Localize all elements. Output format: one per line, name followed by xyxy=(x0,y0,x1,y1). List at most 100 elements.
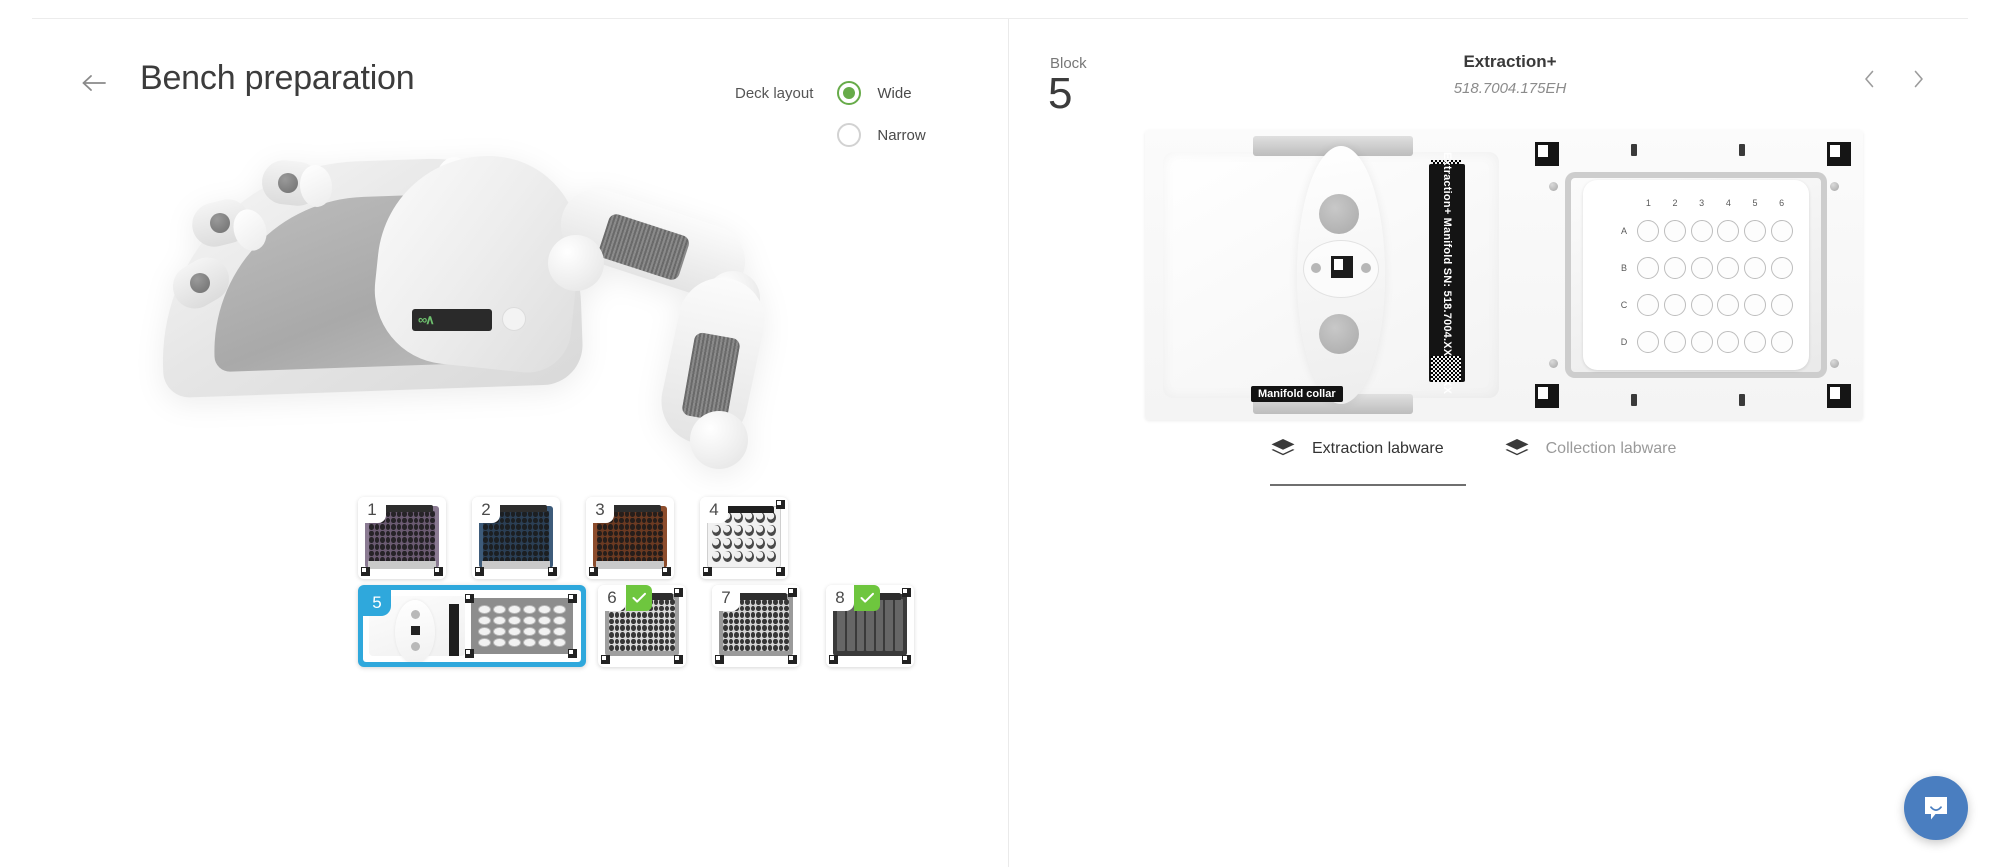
deck-slot-4-number: 4 xyxy=(700,497,728,523)
chat-launcher-button[interactable] xyxy=(1904,776,1968,840)
collar-col-header: 4 xyxy=(1725,198,1731,208)
fiducial-marker xyxy=(1535,384,1559,408)
deck-slot-8[interactable]: 8 xyxy=(826,585,914,667)
collar-well xyxy=(1663,219,1686,242)
collar-col-header: 6 xyxy=(1779,198,1785,208)
radio-option-wide[interactable]: Wide xyxy=(837,81,925,105)
collar-well xyxy=(1770,219,1793,242)
collar-well xyxy=(1637,256,1660,279)
collar-row-header: D xyxy=(1620,336,1628,347)
manifold-barcode-label: Extraction+ Manifold SN: 518.7004.XXXXXX… xyxy=(1429,152,1465,394)
fiducial-marker xyxy=(902,588,911,597)
robot-logo-badge: ∞∧ xyxy=(412,309,492,331)
fiducial-marker xyxy=(703,567,712,576)
collar-well xyxy=(1743,293,1766,316)
layers-icon xyxy=(1270,438,1296,460)
collar-well xyxy=(1770,330,1793,353)
fiducial-marker xyxy=(662,567,671,576)
back-button[interactable] xyxy=(77,66,111,100)
fiducial-marker xyxy=(465,594,474,603)
collar-well xyxy=(1743,256,1766,279)
collar-col-header: 1 xyxy=(1645,198,1651,208)
fiducial-marker xyxy=(776,500,785,509)
deck-slot-8-check-badge xyxy=(854,585,880,611)
fiducial-marker xyxy=(674,655,683,664)
block-number: 5 xyxy=(1048,69,1073,118)
deck-slot-7-number: 7 xyxy=(712,585,740,611)
check-icon xyxy=(860,592,875,604)
collar-well xyxy=(1690,256,1713,279)
collar-well xyxy=(1717,256,1740,279)
deck-slot-5-number: 5 xyxy=(363,590,391,616)
fiducial-marker xyxy=(1535,142,1559,166)
fiducial-marker xyxy=(434,567,443,576)
collar-col-header: 5 xyxy=(1752,198,1758,208)
bench-preparation-screen: Bench preparation Deck layout Wide Narro… xyxy=(0,0,2000,867)
deck-slot-6[interactable]: 6 xyxy=(598,585,686,667)
deck-layout-control: Deck layout Wide Narrow xyxy=(735,81,926,147)
collar-well xyxy=(1690,293,1713,316)
collar-well xyxy=(1690,219,1713,242)
radio-wide-indicator[interactable] xyxy=(837,81,862,105)
radio-option-narrow[interactable]: Narrow xyxy=(837,123,926,147)
tab-extraction-labware[interactable]: Extraction labware xyxy=(1270,438,1466,486)
deck-layout-label: Deck layout xyxy=(735,85,814,102)
collar-row-header: C xyxy=(1620,299,1628,310)
manifold-collar-tag: Manifold collar xyxy=(1251,386,1343,402)
fiducial-marker xyxy=(1331,256,1353,278)
screw xyxy=(1830,182,1839,191)
deck-slot-1[interactable]: 1 xyxy=(358,497,446,579)
fiducial-marker xyxy=(601,655,610,664)
check-icon xyxy=(632,592,647,604)
fiducial-marker xyxy=(788,655,797,664)
deck-slot-8-number: 8 xyxy=(826,585,854,611)
fiducial-marker xyxy=(1827,142,1851,166)
deck-slot-2[interactable]: 2 xyxy=(472,497,560,579)
chat-bubble-icon xyxy=(1921,793,1951,823)
deck-slot-row-bottom: 5 6 7 8 xyxy=(358,585,938,667)
deck-panel: Bench preparation Deck layout Wide Narro… xyxy=(0,19,1008,867)
fiducial-marker xyxy=(361,567,370,576)
collar-well xyxy=(1663,256,1686,279)
alignment-nub xyxy=(1739,144,1745,156)
deck-slot-4[interactable]: 4 xyxy=(700,497,788,579)
collar-col-header: 2 xyxy=(1672,198,1678,208)
radio-narrow-indicator[interactable] xyxy=(837,123,862,147)
chevron-right-icon xyxy=(1912,70,1924,88)
deck-slot-7[interactable]: 7 xyxy=(712,585,800,667)
collar-row-header: A xyxy=(1620,225,1627,236)
tab-collection-labware[interactable]: Collection labware xyxy=(1504,438,1677,486)
deck-slot-1-number: 1 xyxy=(358,497,386,523)
tab-collection-labware-label: Collection labware xyxy=(1545,440,1677,457)
deck-illustration: ∞∧ 1 2 3 4 5 6 7 8 xyxy=(150,145,914,667)
radio-narrow-label: Narrow xyxy=(877,126,926,144)
fiducial-marker xyxy=(776,567,785,576)
previous-block-button[interactable] xyxy=(1855,64,1885,94)
fiducial-marker xyxy=(548,567,557,576)
deck-slot-5[interactable]: 5 xyxy=(358,585,586,667)
deck-slot-3[interactable]: 3 xyxy=(586,497,674,579)
labware-photo: Extraction+ Manifold SN: 518.7004.XXXXXX… xyxy=(1145,130,1863,420)
labware-sku: 518.7004.175EH xyxy=(1453,80,1567,97)
fiducial-marker xyxy=(829,655,838,664)
collar-well xyxy=(1717,219,1740,242)
screw xyxy=(1830,359,1839,368)
collar-well xyxy=(1637,330,1660,353)
collar-well xyxy=(1717,293,1740,316)
collar-col-header: 3 xyxy=(1699,198,1705,208)
deck-slot-2-number: 2 xyxy=(472,497,500,523)
fiducial-marker xyxy=(674,588,683,597)
labware-tabs: Extraction labware Collection labware xyxy=(1270,438,1676,486)
fiducial-marker xyxy=(788,588,797,597)
slot-5-collar-plate xyxy=(471,598,573,654)
collar-well xyxy=(1770,256,1793,279)
layers-icon xyxy=(1504,438,1530,460)
collar-well xyxy=(1770,293,1793,316)
qr-code-bottom xyxy=(1431,356,1461,382)
screw xyxy=(1549,182,1558,191)
next-block-button[interactable] xyxy=(1903,64,1933,94)
collar-well xyxy=(1663,330,1686,353)
collar-well xyxy=(1663,293,1686,316)
fiducial-marker xyxy=(902,655,911,664)
alignment-nub xyxy=(1739,394,1745,406)
